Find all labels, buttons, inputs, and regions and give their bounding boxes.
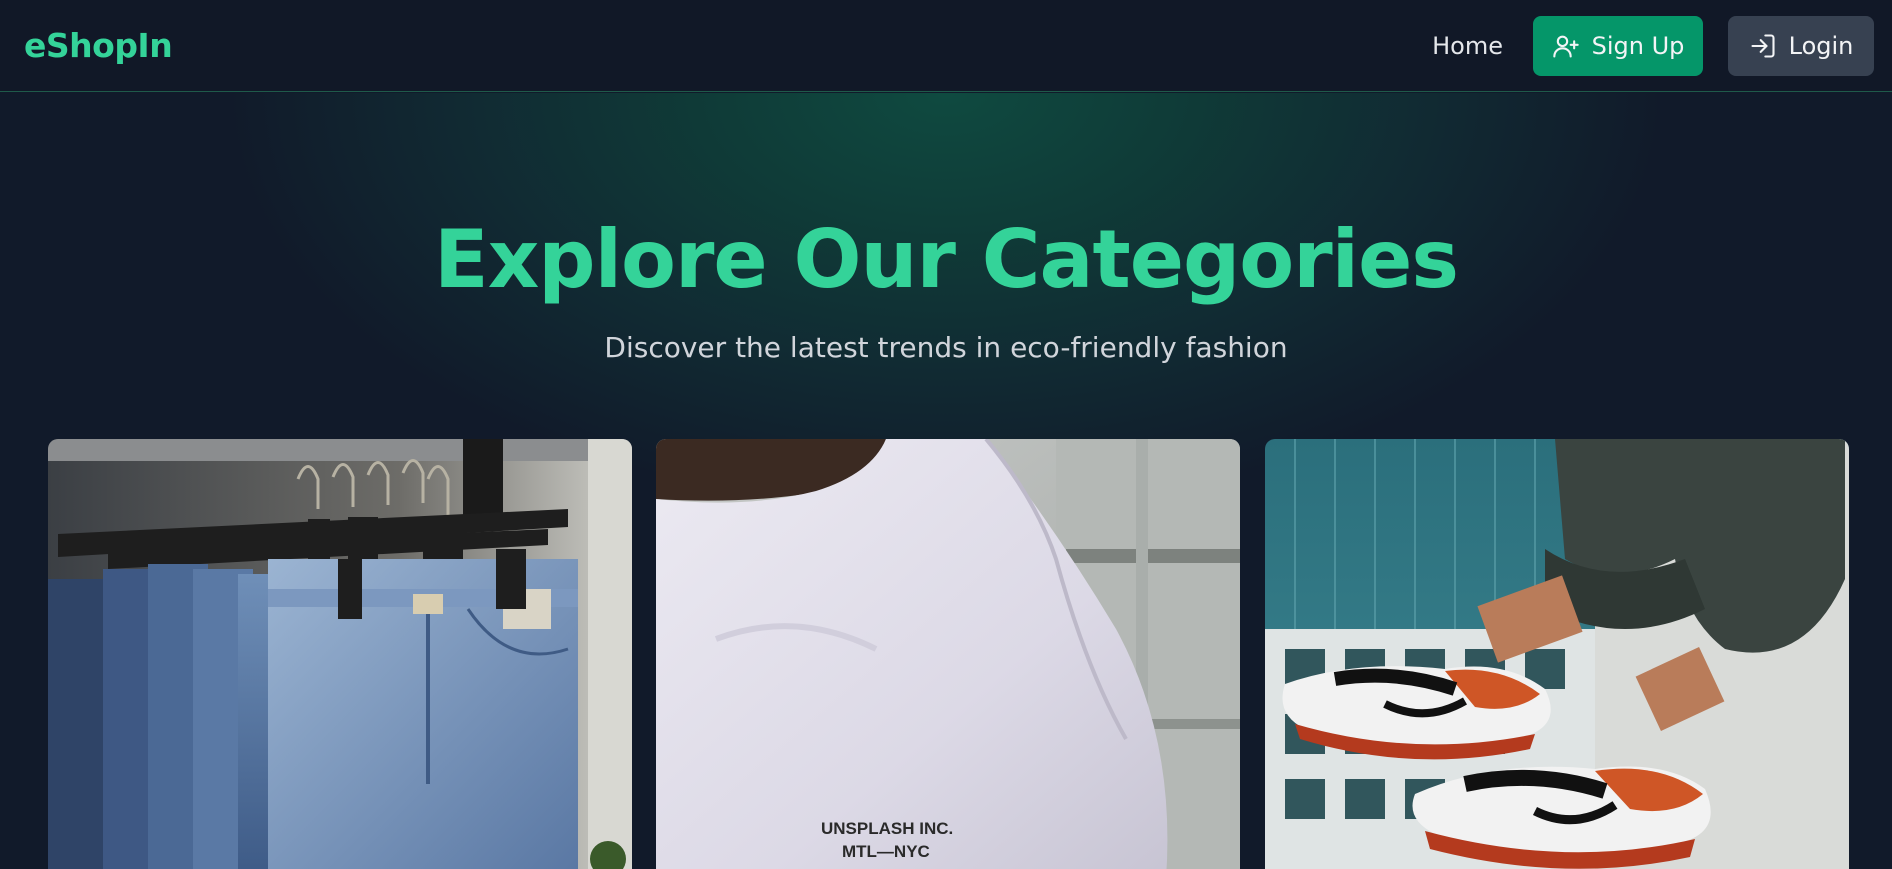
white-tshirt-photo: UNSPLASH INC. MTL—NYC (656, 439, 1240, 869)
nav-actions: Home Sign Up Login (1432, 15, 1874, 76)
jeans-rack-photo (48, 439, 632, 869)
user-plus-icon (1552, 35, 1579, 58)
shirt-print-line-1: UNSPLASH INC. (821, 819, 953, 838)
signup-label: Sign Up (1591, 31, 1685, 60)
signup-button[interactable]: Sign Up (1533, 15, 1703, 76)
shirt-print-line-2: MTL—NYC (842, 842, 930, 861)
hero-title: Explore Our Categories (434, 213, 1459, 306)
sneakers-photo (1265, 439, 1849, 869)
login-button[interactable]: Login (1728, 15, 1874, 76)
nav-home-link[interactable]: Home (1432, 32, 1503, 60)
category-card-jeans[interactable] (48, 439, 632, 869)
navbar: eShopIn Home Sign Up Login (0, 0, 1892, 92)
category-card-sneakers[interactable] (1265, 439, 1849, 869)
category-card-tshirt[interactable]: UNSPLASH INC. MTL—NYC (656, 439, 1240, 869)
login-label: Login (1788, 31, 1854, 60)
login-icon (1751, 33, 1775, 58)
brand-logo[interactable]: eShopIn (24, 26, 173, 65)
hero-subtitle: Discover the latest trends in eco-friend… (604, 331, 1288, 364)
